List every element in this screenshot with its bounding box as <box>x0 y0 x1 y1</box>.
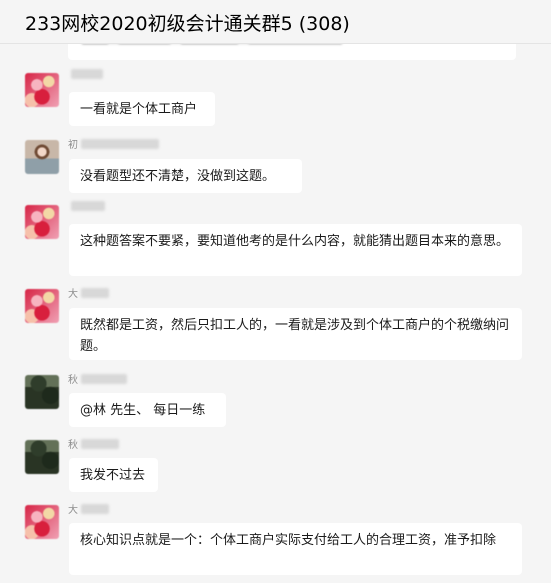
sender-name: 初 <box>68 136 159 151</box>
message-bubble[interactable]: 我发不过去 <box>69 458 158 492</box>
blurred-sender-name <box>81 438 119 449</box>
message-bubble[interactable]: 一看就是个体工商户 <box>69 92 215 126</box>
message-bubble[interactable]: 这种题答案不要紧，要知道他考的是什么内容，就能猜出题目本来的意思。 <box>69 224 522 276</box>
blurred-sender-name <box>81 287 109 298</box>
red-floral-avatar-icon[interactable] <box>25 73 59 107</box>
message-bubble[interactable]: 核心知识点就是一个：个体工商户实际支付给工人的合理工资，准予扣除 <box>69 523 522 575</box>
blurred-sender-name <box>81 503 109 514</box>
sender-name <box>68 69 103 83</box>
blurred-sender-name <box>71 201 105 211</box>
message-bubble[interactable]: 没看题型还不清楚，没做到这题。 <box>69 159 302 193</box>
tree-avatar-icon[interactable] <box>25 375 59 409</box>
tree-avatar-icon[interactable] <box>25 440 59 474</box>
chat-message-list[interactable]: 一看就是个体工商户 初 没看题型还不清楚，没做到这题。 这种题答案不要紧，要知道… <box>0 44 551 583</box>
person-avatar-icon[interactable] <box>25 140 59 174</box>
red-floral-avatar-icon[interactable] <box>25 289 59 323</box>
blurred-sender-name <box>71 69 103 79</box>
message-bubble[interactable]: @林 先生、 每日一练 <box>69 393 226 427</box>
clipped-message-bubble <box>68 44 516 60</box>
red-floral-avatar-icon[interactable] <box>25 205 59 239</box>
blurred-sender-name <box>81 373 127 384</box>
sender-name: 秋 <box>68 436 119 451</box>
sender-name: 秋 <box>68 371 127 386</box>
sender-name: 大 <box>68 501 109 516</box>
chat-titlebar: 233网校2020初级会计通关群5 (308) <box>0 0 551 44</box>
red-floral-avatar-icon[interactable] <box>25 505 59 539</box>
chat-title: 233网校2020初级会计通关群5 (308) <box>25 13 350 35</box>
sender-name <box>68 201 105 215</box>
blurred-sender-name <box>81 138 159 149</box>
message-bubble[interactable]: 既然都是工资，然后只扣工人的，一看就是涉及到个体工商户的个税缴纳问题。 <box>69 308 522 360</box>
sender-name: 大 <box>68 285 109 300</box>
